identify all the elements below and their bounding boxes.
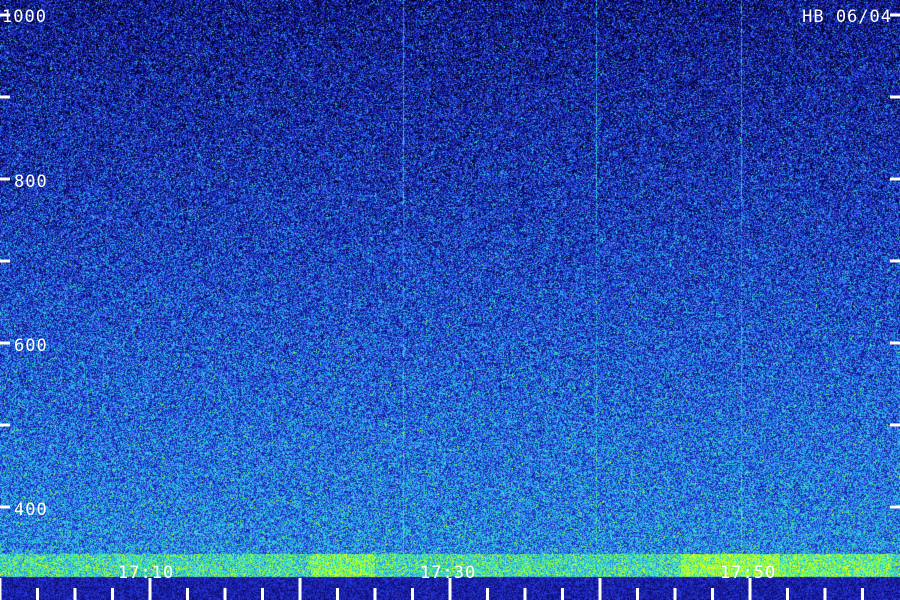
x-tick-label-1750: 17:50 — [720, 563, 776, 583]
y-ticks-right — [890, 13, 900, 509]
spectrogram-display: 1000 800 600 400 17:10 17:30 17:50 HB 06… — [0, 0, 900, 600]
y-tick-label-600: 600 — [14, 336, 48, 356]
chart-title: HB 06/04 — [802, 7, 892, 27]
y-ticks-left — [0, 13, 10, 509]
y-tick-label-1000: 1000 — [2, 7, 47, 27]
x-tick-label-1730: 17:30 — [420, 563, 476, 583]
y-tick-label-800: 800 — [14, 172, 48, 192]
x-tick-label-1710: 17:10 — [118, 563, 174, 583]
spectrogram-overlay: 1000 800 600 400 17:10 17:30 17:50 HB 06… — [0, 7, 900, 600]
y-tick-label-400: 400 — [14, 500, 48, 520]
